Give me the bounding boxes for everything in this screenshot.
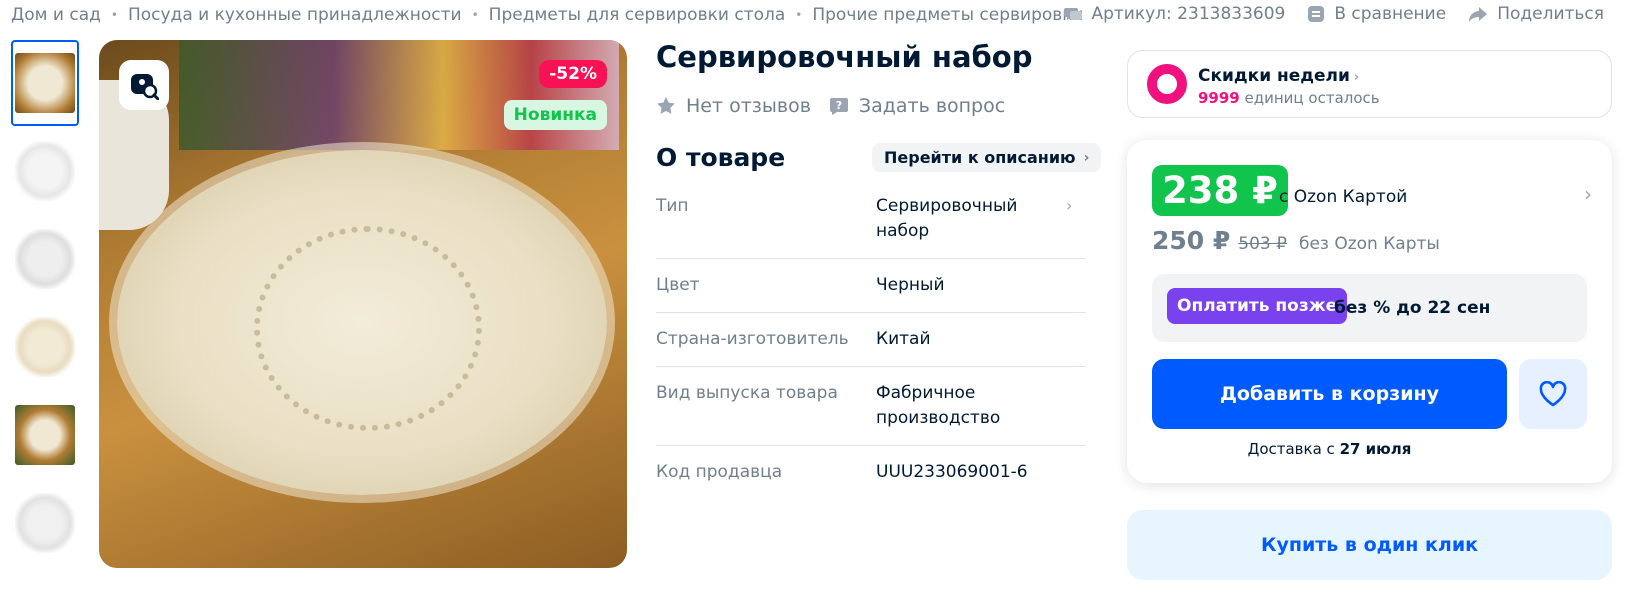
thumbnail-list xyxy=(11,40,79,568)
thumbnail-image xyxy=(15,317,75,377)
share-icon xyxy=(1469,7,1488,22)
breadcrumb-separator: • xyxy=(471,8,479,22)
add-to-cart-button[interactable]: Добавить в корзину xyxy=(1152,359,1507,429)
new-badge: Новинка xyxy=(503,100,607,130)
question-icon: ? xyxy=(829,98,848,115)
spec-value: Китай xyxy=(876,329,931,349)
compare-button[interactable]: В сравнение xyxy=(1307,4,1446,24)
spec-key: Цвет xyxy=(656,275,700,295)
buy-card: 238 ₽ с Ozon Картой › 250 ₽ 503 ₽ без Oz… xyxy=(1127,140,1612,483)
promo-suffix: единиц осталось xyxy=(1244,89,1380,107)
product-main-image[interactable]: -52% Новинка xyxy=(99,40,627,568)
deals-ring-icon xyxy=(1147,64,1187,104)
share-label: Поделиться xyxy=(1497,4,1604,24)
svg-text:?: ? xyxy=(836,99,842,112)
goto-description-label: Перейти к описанию xyxy=(884,148,1076,167)
thumbnail[interactable] xyxy=(11,216,79,302)
ask-question-label: Задать вопрос xyxy=(858,95,1006,117)
thumbnail[interactable] xyxy=(11,128,79,214)
spec-row: Вид выпуска товара Фабричное производств… xyxy=(656,367,1086,446)
spec-value[interactable]: Сервировочный набор xyxy=(876,194,1066,244)
price: 250 ₽ xyxy=(1152,226,1231,255)
thumbnail[interactable] xyxy=(11,40,79,126)
spec-row: Страна-изготовитель Китай xyxy=(656,313,1086,367)
spec-row: Тип Сервировочный набор › xyxy=(656,190,1086,259)
reviews-label: Нет отзывов xyxy=(686,95,811,117)
compare-label: В сравнение xyxy=(1334,4,1447,24)
doily-image xyxy=(117,150,607,495)
weekly-deals-banner[interactable]: Скидки недели › 9999 единиц осталось xyxy=(1127,50,1612,118)
compare-icon xyxy=(1308,6,1325,22)
favorite-button[interactable] xyxy=(1519,359,1587,429)
spec-key: Тип xyxy=(656,196,689,216)
thumbnail[interactable] xyxy=(11,480,79,566)
ask-question-link[interactable]: ? Задать вопрос xyxy=(829,95,1005,117)
spec-value: UUU233069001-6 xyxy=(876,462,1028,482)
chevron-right-icon: › xyxy=(1353,70,1360,85)
promo-count: 9999 xyxy=(1198,89,1240,107)
chevron-right-icon: › xyxy=(1083,149,1090,166)
reviews-link[interactable]: Нет отзывов xyxy=(656,95,811,117)
thumbnail-image xyxy=(15,141,75,201)
delivery-date: 27 июля xyxy=(1339,440,1412,458)
spec-row: Цвет Черный xyxy=(656,259,1086,313)
delivery-prefix: Доставка с xyxy=(1247,440,1335,458)
no-card-note: без Ozon Карты xyxy=(1298,234,1440,254)
breadcrumb-separator: • xyxy=(795,8,803,22)
background-flowers xyxy=(179,40,619,150)
breadcrumb-item[interactable]: Посуда и кухонные принадлежности xyxy=(128,5,462,25)
specs-table: Тип Сервировочный набор › Цвет Черный Ст… xyxy=(656,190,1086,499)
heart-icon xyxy=(1539,381,1567,407)
about-heading: О товаре xyxy=(656,143,786,172)
product-title: Сервировочный набор xyxy=(656,40,1033,74)
thumbnail[interactable] xyxy=(11,392,79,478)
chat-icon xyxy=(1064,8,1083,20)
image-search-icon xyxy=(131,74,159,100)
card-price[interactable]: 238 ₽ xyxy=(1152,165,1288,216)
price-row: 250 ₽ 503 ₽ без Ozon Карты xyxy=(1152,226,1440,255)
pay-later-button[interactable]: Оплатить позже xyxy=(1167,288,1348,324)
thumbnail-image xyxy=(15,229,75,289)
spec-key: Страна-изготовитель xyxy=(656,329,849,349)
reviews-row: Нет отзывов ? Задать вопрос xyxy=(656,95,1023,117)
pay-later-block[interactable]: Оплатить позже без % до 22 сен xyxy=(1152,274,1587,342)
spec-value: Фабричное производство xyxy=(876,383,1001,428)
promo-title: Скидки недели xyxy=(1198,66,1350,86)
breadcrumb-item[interactable]: Предметы для сервировки стола xyxy=(489,5,786,25)
promo-subtitle: 9999 единиц осталось xyxy=(1198,89,1380,107)
breadcrumb-separator: • xyxy=(110,8,118,22)
chevron-right-icon[interactable]: › xyxy=(1584,182,1592,206)
thumbnail-image xyxy=(15,405,75,465)
breadcrumb: Дом и сад • Посуда и кухонные принадлежн… xyxy=(11,5,1084,25)
spec-row: Код продавца UUU233069001-6 xyxy=(656,446,1086,499)
share-button[interactable]: Поделиться xyxy=(1468,4,1604,24)
discount-badge: -52% xyxy=(539,60,607,88)
article-label: Артикул: 2313833609 xyxy=(1091,4,1286,24)
old-price: 503 ₽ xyxy=(1238,234,1287,254)
spec-key: Код продавца xyxy=(656,462,783,482)
spec-value: Черный xyxy=(876,275,945,295)
delivery-info: Доставка с 27 июля xyxy=(1152,440,1507,458)
thumbnail[interactable] xyxy=(11,304,79,390)
spec-key: Вид выпуска товара xyxy=(656,383,838,403)
product-meta: Артикул: 2313833609 В сравнение Поделить… xyxy=(1042,4,1604,24)
thumbnail-image xyxy=(15,53,75,113)
article-number[interactable]: Артикул: 2313833609 xyxy=(1064,4,1285,24)
thumbnail-image xyxy=(15,493,75,553)
pay-later-text: без % до 22 сен xyxy=(1334,298,1491,318)
breadcrumb-item[interactable]: Дом и сад xyxy=(11,5,101,25)
chevron-right-icon[interactable]: › xyxy=(1066,194,1086,244)
goto-description-button[interactable]: Перейти к описанию › xyxy=(872,143,1102,172)
card-price-note: с Ozon Картой xyxy=(1279,187,1408,207)
star-icon xyxy=(657,97,675,114)
buy-one-click-button[interactable]: Купить в один клик xyxy=(1127,510,1612,580)
top-bar: Дом и сад • Посуда и кухонные принадлежн… xyxy=(0,0,1634,30)
image-search-button[interactable] xyxy=(119,60,169,110)
